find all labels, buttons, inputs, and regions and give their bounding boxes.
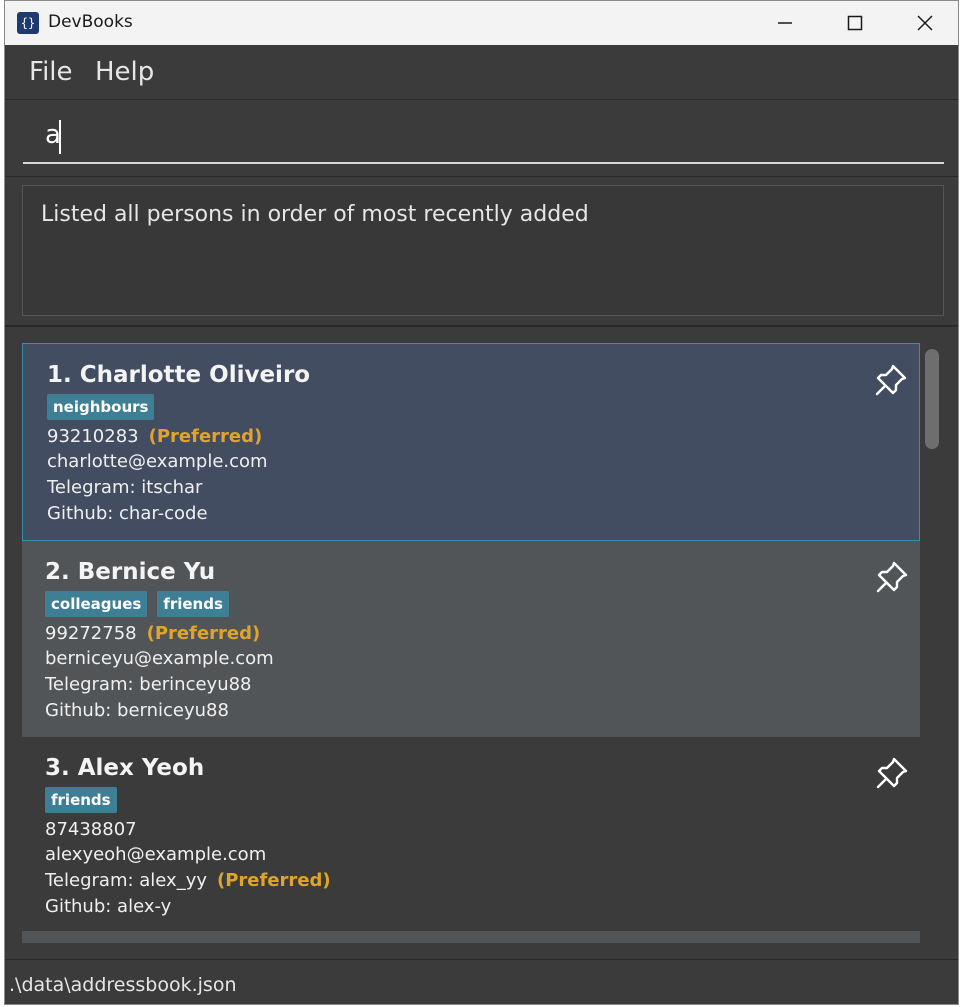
telegram: Telegram: itschar [47,477,203,498]
github: Github: berniceyu88 [45,700,229,721]
telegram: Telegram: berinceyu88 [45,674,252,695]
file-path: .\data\addressbook.json [9,974,237,996]
preferred-label: (Preferred) [217,870,331,891]
command-input[interactable] [23,108,944,164]
tag-list: colleagues friends [45,591,229,617]
app-window: {} DevBooks File Help Listed all persons… [4,0,959,1005]
scroll-thumb[interactable] [925,349,939,449]
tag: colleagues [45,591,148,617]
window-title: DevBooks [48,12,133,32]
result-area: Listed all persons in order of most rece… [5,177,958,327]
menu-bar: File Help [5,45,958,100]
phone: 93210283 [47,426,139,447]
telegram: Telegram: alex_yy [45,870,208,891]
tag-list: friends [45,787,117,813]
menu-help[interactable]: Help [95,57,154,87]
minimize-icon [778,22,792,24]
close-icon [917,15,933,31]
tag-list: neighbours [47,394,155,420]
result-display[interactable]: Listed all persons in order of most rece… [22,185,944,316]
person-name: 3. Alex Yeoh [45,755,205,781]
person-card[interactable]: 1. Charlotte Oliveiro neighbours 9321028… [22,343,920,541]
phone-line: 99272758 (Preferred) [45,623,260,644]
pin-button[interactable] [873,362,909,398]
telegram-line: Telegram: alex_yy (Preferred) [45,870,331,891]
close-button[interactable] [890,1,958,45]
github: Github: alex-y [45,896,172,917]
pin-icon [875,364,907,396]
command-area [5,100,958,177]
maximize-icon [847,15,863,31]
minimize-button[interactable] [750,1,820,45]
person-list[interactable]: 1. Charlotte Oliveiro neighbours 9321028… [5,327,958,959]
tag: friends [45,787,117,813]
pin-icon [876,561,908,593]
phone: 87438807 [45,819,137,840]
list-scrollbar[interactable] [925,349,941,947]
phone: 99272758 [45,623,137,644]
pin-button[interactable] [874,755,910,791]
tag: friends [157,591,229,617]
book-icon: {} [17,12,39,34]
next-person-card[interactable] [22,931,920,943]
text-caret [59,120,61,154]
person-name: 2. Bernice Yu [45,559,216,585]
preferred-label: (Preferred) [148,426,263,447]
preferred-label: (Preferred) [146,623,261,644]
tag: neighbours [47,394,155,420]
status-bar: .\data\addressbook.json [5,959,958,1004]
email: charlotte@example.com [47,451,268,472]
pin-icon [876,757,908,789]
maximize-button[interactable] [820,1,890,45]
person-card[interactable]: 3. Alex Yeoh friends 87438807 alexyeoh@e… [22,737,920,933]
pin-button[interactable] [874,559,910,595]
menu-file[interactable]: File [29,57,73,87]
title-bar: {} DevBooks [5,1,958,45]
github: Github: char-code [47,503,208,524]
person-name: 1. Charlotte Oliveiro [47,362,311,388]
email: berniceyu@example.com [45,648,274,669]
phone-line: 93210283 (Preferred) [47,426,262,447]
email: alexyeoh@example.com [45,844,267,865]
person-card[interactable]: 2. Bernice Yu colleagues friends 9927275… [22,541,920,737]
